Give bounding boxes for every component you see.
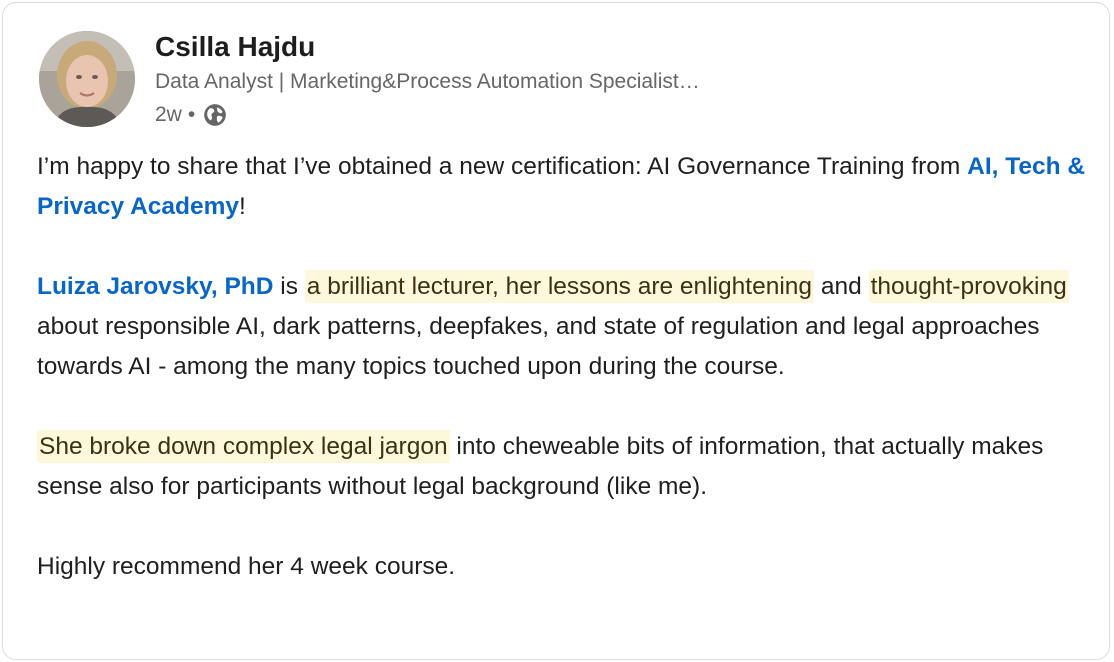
author-name[interactable]: Csilla Hajdu (155, 29, 315, 65)
highlighted-text: thought-provoking (868, 270, 1069, 303)
post-timestamp: 2w (155, 103, 182, 126)
highlighted-text: a brilliant lecturer, her lessons are en… (304, 270, 815, 303)
meta-separator: • (187, 103, 196, 126)
mention-link-lecturer[interactable]: Luiza Jarovsky, PhD (37, 273, 273, 300)
highlighted-text: She broke down complex legal jargon (37, 430, 450, 463)
avatar[interactable] (39, 31, 135, 127)
post-card: Csilla Hajdu Data Analyst | Marketing&Pr… (2, 2, 1110, 660)
post-text: ! (239, 193, 246, 220)
avatar-photo (39, 31, 135, 127)
post-paragraph: Highly recommend her 4 week course. (37, 547, 1087, 587)
post-text: about responsible AI, dark patterns, dee… (37, 313, 1040, 380)
post-paragraph: She broke down complex legal jargon into… (37, 427, 1087, 507)
post-text: and (814, 273, 869, 300)
post-body: I’m happy to share that I’ve obtained a … (37, 147, 1087, 587)
post-meta: 2w • (155, 99, 228, 131)
post-paragraph: I’m happy to share that I’ve obtained a … (37, 147, 1087, 227)
post-paragraph: Luiza Jarovsky, PhD is a brilliant lectu… (37, 267, 1087, 387)
author-headline: Data Analyst | Marketing&Process Automat… (155, 70, 700, 93)
post-text: is (273, 273, 305, 300)
globe-icon (202, 102, 228, 128)
post-text: I’m happy to share that I’ve obtained a … (37, 153, 968, 180)
post-text: Highly recommend her 4 week course. (37, 553, 456, 580)
